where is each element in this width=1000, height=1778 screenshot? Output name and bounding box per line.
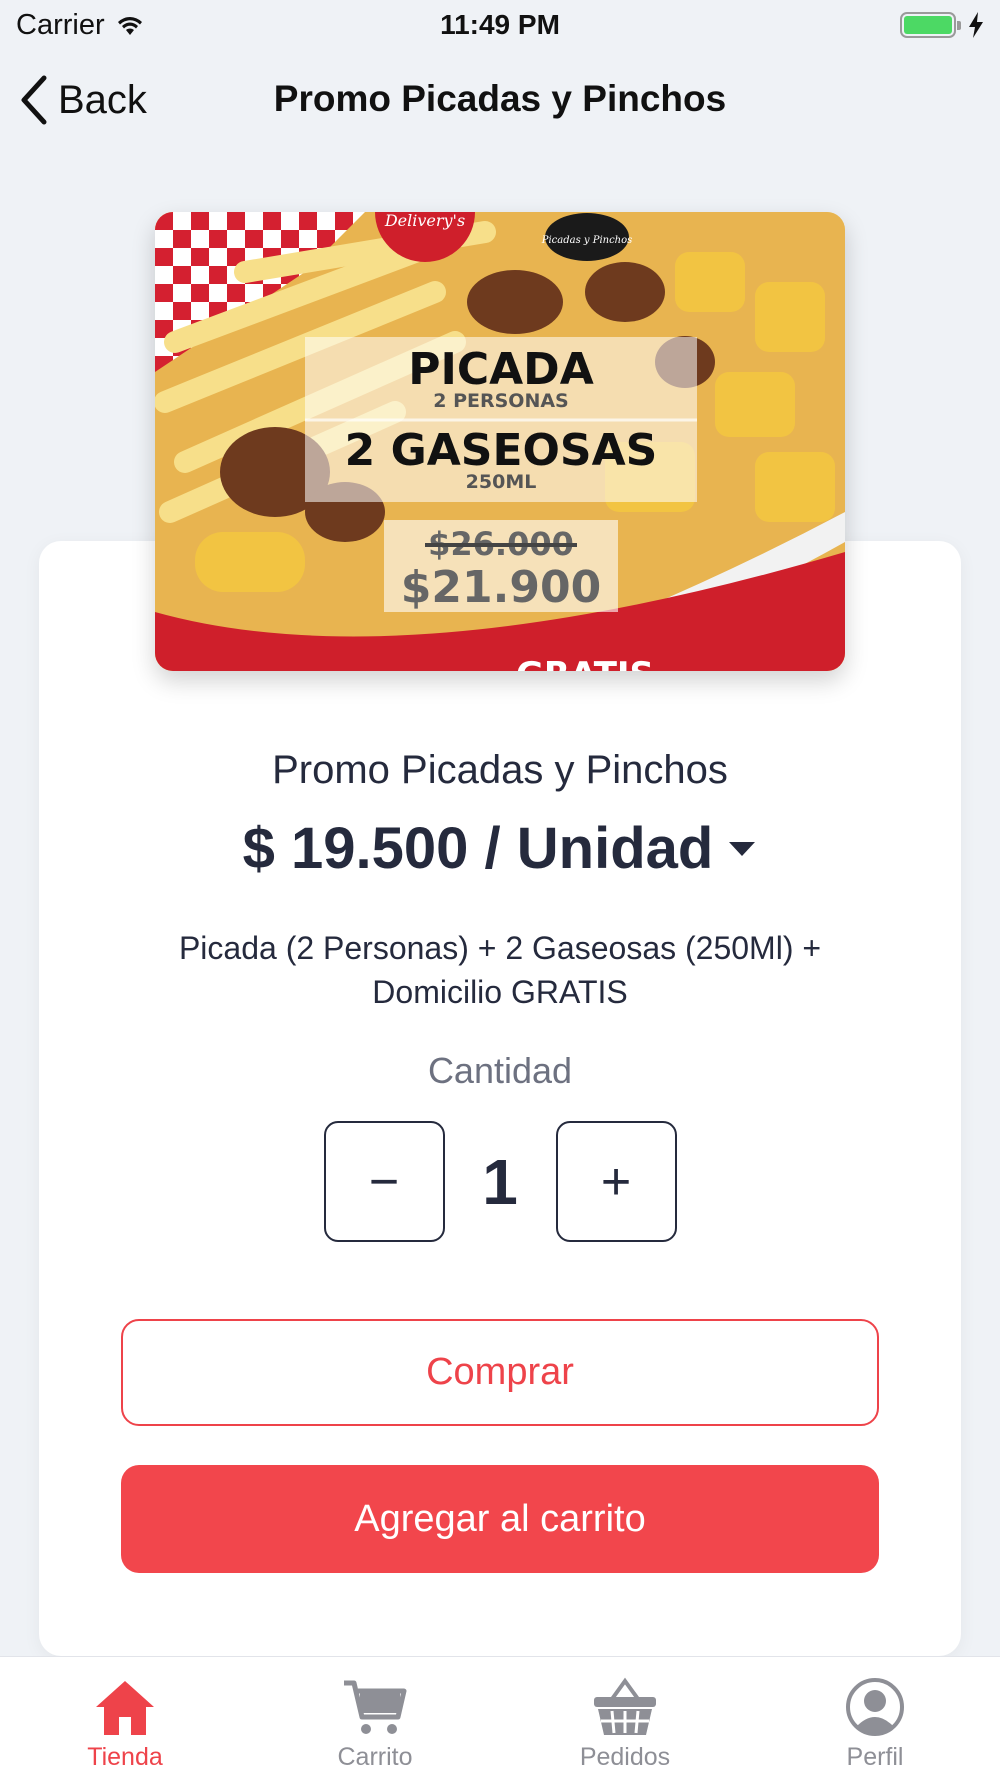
nav-bar: Back Promo Picadas y Pinchos (0, 60, 1000, 140)
tab-label: Carrito (337, 1743, 413, 1771)
tab-carrito[interactable]: Carrito (250, 1657, 500, 1778)
image-bottom-text: GRATIS (516, 655, 654, 671)
buy-button[interactable]: Comprar (121, 1319, 879, 1426)
image-line1: PICADA (408, 344, 594, 395)
quantity-stepper: − 1 + (0, 1121, 1000, 1242)
tab-tienda[interactable]: Tienda (0, 1657, 250, 1778)
basket-icon (594, 1677, 656, 1735)
image-line2: 2 GASEOSAS (345, 425, 658, 476)
plus-icon: + (600, 1152, 632, 1211)
increment-button[interactable]: + (555, 1121, 677, 1242)
battery-icon (900, 12, 961, 38)
back-button[interactable]: Back (20, 72, 147, 128)
tab-bar: Tienda Carrito Pedidos Perfil (0, 1656, 1000, 1778)
status-left: Carrier (16, 9, 145, 42)
chevron-left-icon (21, 75, 47, 125)
unit-price-selector[interactable]: $ 19.500 / Unidad (0, 815, 1000, 882)
carrier-label: Carrier (16, 8, 105, 41)
cart-icon (344, 1680, 407, 1734)
image-logo-text: Picadas y Pinchos (541, 235, 633, 246)
tab-label: Tienda (87, 1743, 163, 1771)
product-name: Promo Picadas y Pinchos (272, 748, 728, 792)
status-time: 11:49 PM (440, 9, 560, 40)
tab-pedidos[interactable]: Pedidos (500, 1657, 750, 1778)
status-right (900, 12, 984, 38)
quantity-label: Cantidad (427, 1050, 573, 1091)
product-description: Picada (2 Personas) + 2 Gaseosas (250Ml)… (178, 930, 822, 1010)
profile-icon (846, 1678, 904, 1736)
quantity-value: 1 (482, 1145, 518, 1218)
product-image-art: Delivery's Picadas y Pinchos PICADA 2 PE… (155, 212, 845, 671)
caret-down-icon (729, 841, 756, 856)
page-title: Promo Picadas y Pinchos (273, 78, 727, 119)
wifi-icon (117, 17, 142, 35)
image-badge-text: Delivery's (384, 212, 465, 230)
home-icon (96, 1681, 154, 1735)
image-new-price: $21.900 (401, 562, 601, 613)
unit-price: $ 19.500 / Unidad (242, 816, 714, 881)
status-bar: Carrier 11:49 PM (0, 0, 1000, 50)
image-line1-sub: 2 PERSONAS (433, 390, 569, 412)
image-line2-sub: 250ML (466, 471, 537, 493)
add-to-cart-button[interactable]: Agregar al carrito (121, 1465, 879, 1573)
buy-button-label: Comprar (426, 1351, 574, 1393)
decrement-button[interactable]: − (323, 1121, 445, 1242)
product-image: Delivery's Picadas y Pinchos PICADA 2 PE… (155, 212, 845, 671)
tab-label: Perfil (846, 1743, 904, 1771)
add-to-cart-label: Agregar al carrito (354, 1497, 646, 1540)
charging-bolt-icon (969, 12, 983, 38)
tab-perfil[interactable]: Perfil (750, 1657, 1000, 1778)
minus-icon: − (368, 1152, 400, 1211)
back-label: Back (58, 77, 147, 122)
tab-label: Pedidos (579, 1743, 671, 1771)
